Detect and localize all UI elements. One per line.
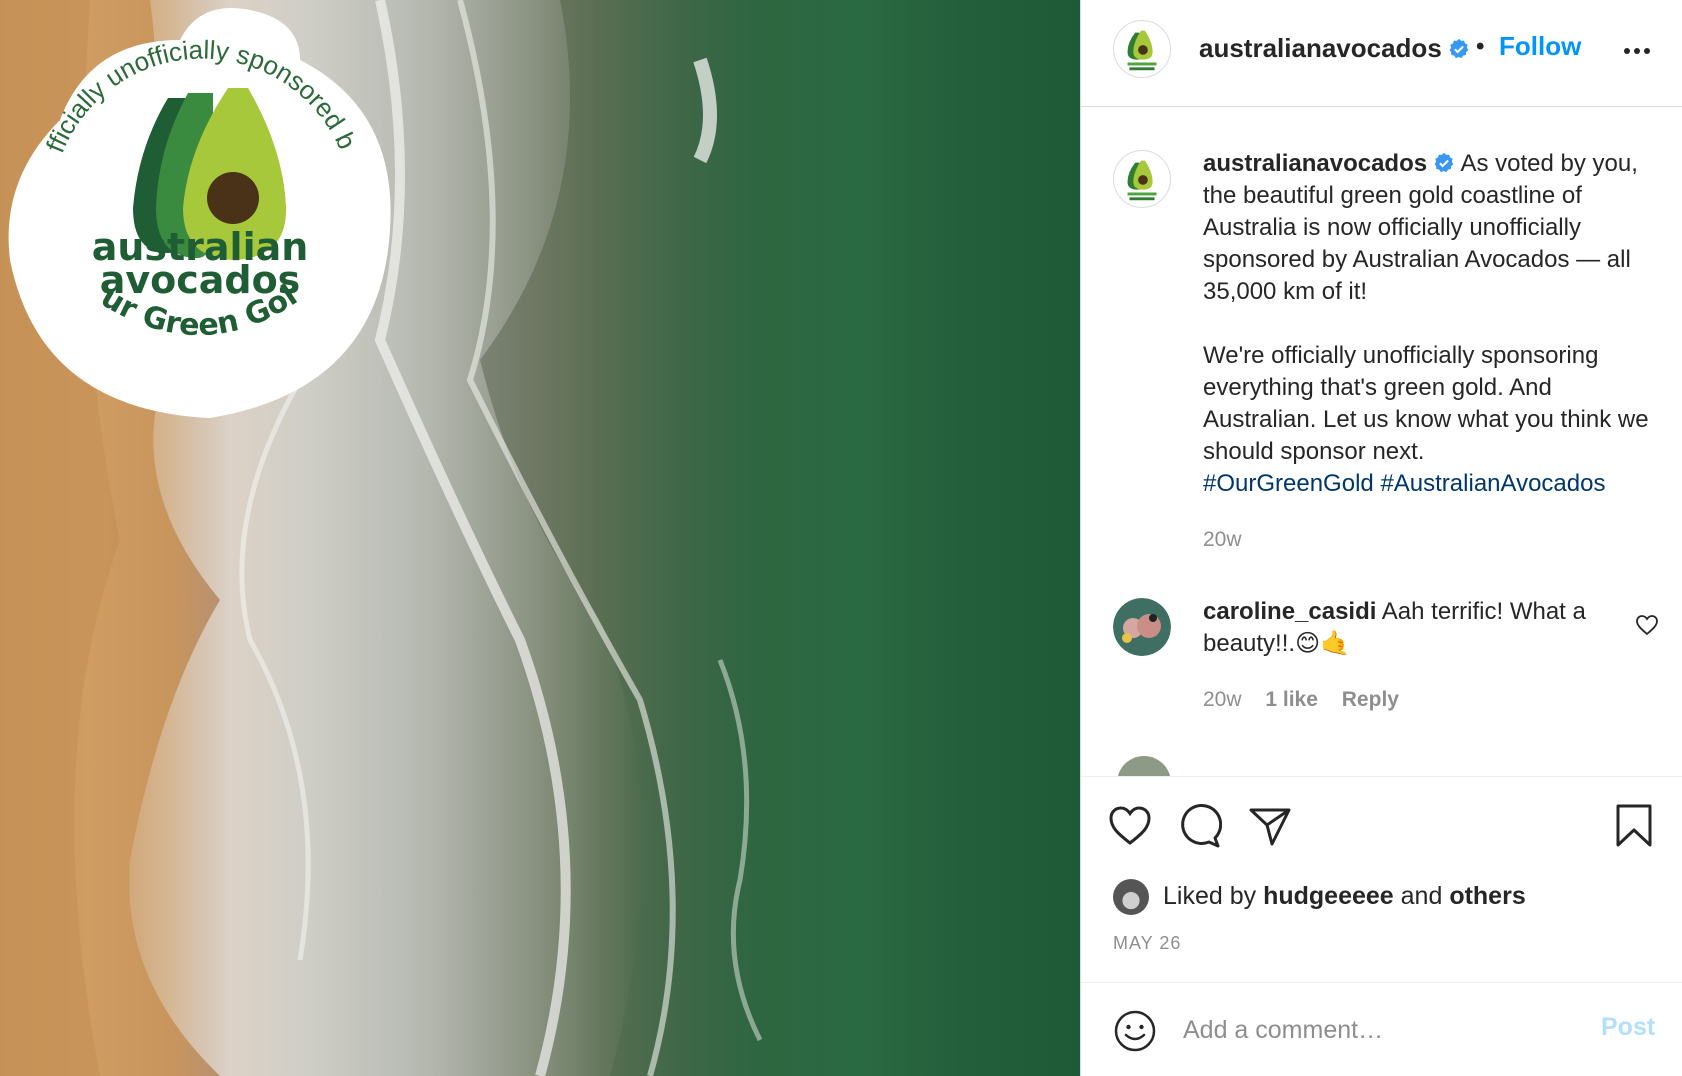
avocado-logo-icon — [1127, 160, 1157, 201]
likes-text: Liked by hudgeeeee and others — [1163, 882, 1526, 911]
caption-timestamp[interactable]: 20w — [1203, 528, 1242, 552]
post-actions: Liked by hudgeeeee and others MAY 26 — [1081, 776, 1682, 981]
commenter-avatar[interactable] — [1113, 598, 1171, 656]
username-text[interactable]: australianavocados — [1199, 33, 1442, 63]
comment-like-heart-icon[interactable] — [1635, 614, 1659, 636]
post-caption: australianavocados As voted by you, the … — [1203, 148, 1663, 500]
next-comment-partial — [1203, 758, 1643, 774]
more-options-icon[interactable] — [1619, 30, 1655, 66]
liker-avatar[interactable] — [1113, 879, 1149, 915]
post-date[interactable]: MAY 26 — [1113, 933, 1181, 954]
post-comment-button[interactable]: Post — [1601, 1013, 1655, 1042]
caption-paragraph-2: We're officially unofficially sponsoring… — [1203, 342, 1649, 465]
likes-prefix: Liked by — [1163, 882, 1257, 910]
comment-likes-count[interactable]: 1 like — [1265, 688, 1318, 711]
liker-username[interactable]: hudgeeeee — [1263, 882, 1394, 910]
post-header: australianavocados • Follow — [1081, 0, 1682, 107]
post-side-panel: australianavocados • Follow australianav… — [1080, 0, 1682, 1076]
comment-timestamp[interactable]: 20w — [1203, 688, 1242, 711]
likes-others-link[interactable]: others — [1449, 882, 1525, 910]
comment-username[interactable]: caroline_casidi — [1203, 598, 1376, 625]
hashtag-link[interactable]: #AustralianAvocados — [1380, 470, 1605, 497]
heart-icon[interactable] — [1107, 803, 1153, 849]
sponsor-sticker: Officially unofficially sponsored by aus… — [0, 0, 391, 418]
next-comment-avatar — [1117, 756, 1171, 776]
comment-meta: 20w 1 like Reply — [1203, 688, 1417, 712]
post-image[interactable]: Officially unofficially sponsored by aus… — [0, 0, 1080, 1076]
verified-badge-icon — [1449, 38, 1469, 59]
profile-avatar[interactable] — [1113, 20, 1171, 78]
add-comment-bar: Post — [1081, 982, 1682, 1076]
bookmark-icon[interactable] — [1611, 803, 1657, 849]
verified-badge-icon — [1434, 152, 1454, 173]
avocado-logo-icon — [1127, 30, 1157, 71]
comment-input[interactable] — [1183, 1007, 1563, 1053]
hashtag-link[interactable]: #OurGreenGold — [1203, 470, 1374, 497]
caption-username[interactable]: australianavocados — [1203, 150, 1427, 177]
header-username[interactable]: australianavocados — [1199, 33, 1470, 64]
header-separator: • — [1476, 33, 1485, 60]
comment-reply-button[interactable]: Reply — [1342, 688, 1399, 711]
commenter-avatar-image — [1113, 598, 1171, 656]
follow-button[interactable]: Follow — [1499, 31, 1581, 62]
share-icon[interactable] — [1247, 803, 1293, 849]
caption-avatar[interactable] — [1113, 150, 1171, 208]
likes-connector: and — [1400, 882, 1443, 910]
comment-item: caroline_casidi Aah terrific! What a bea… — [1203, 596, 1603, 660]
emoji-icon[interactable] — [1113, 1009, 1157, 1053]
comment-icon[interactable] — [1176, 803, 1222, 849]
